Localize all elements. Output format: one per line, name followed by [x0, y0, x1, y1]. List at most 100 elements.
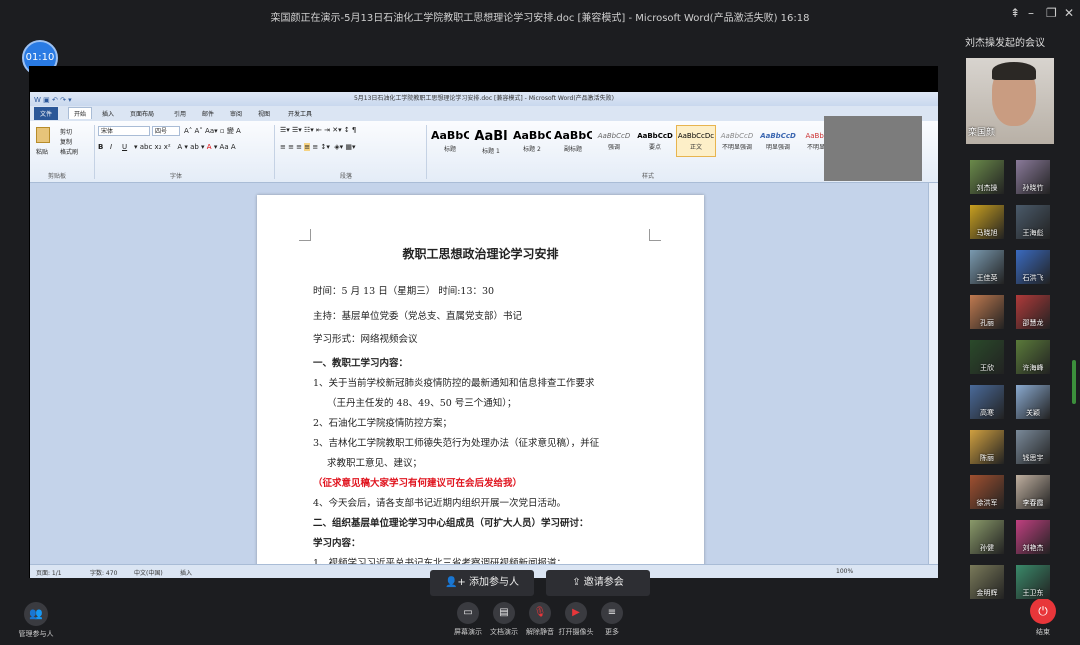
tab-references[interactable]: 引用 [174, 109, 186, 118]
bold-icon[interactable]: B [98, 143, 103, 151]
participant-name: 陈丽 [980, 454, 994, 462]
participant-name: 徐洪军 [976, 499, 998, 507]
format-painter-button[interactable]: 格式刷 [60, 147, 78, 156]
cut-button[interactable]: 剪切 [60, 127, 72, 136]
more-button[interactable]: ≡ 更多 [592, 602, 632, 637]
maximize-icon[interactable]: ❐ [1046, 6, 1057, 20]
participant-tile[interactable]: 邵慧龙 [1016, 295, 1050, 329]
page-corner-mark [649, 229, 661, 241]
style-strong[interactable]: AaBbCcD 要点 [635, 125, 675, 157]
tab-home[interactable]: 开始 [68, 107, 93, 119]
invite-button[interactable]: ⇪ 邀请参会 [546, 570, 650, 596]
document-workspace: 教职工思想政治理论学习安排 时间：5 月 13 日（星期三） 时间:13：30 … [30, 183, 928, 570]
status-zoom[interactable]: 100% [836, 568, 853, 575]
status-page[interactable]: 页面: 1/1 [36, 568, 62, 577]
doc-line-highlight: （征求意见稿大家学习有何建议可在会后发给我） [313, 478, 523, 489]
meeting-title: 刘杰操发起的会议 [965, 38, 1045, 49]
participant-tile[interactable]: 王欣 [970, 340, 1004, 374]
host-name: 栾国颜 [968, 128, 996, 138]
participant-name: 邵慧龙 [1022, 319, 1044, 327]
font-size-icons[interactable]: A˄ A˅ Aa▾ ▫ 變 A [184, 126, 241, 136]
participant-tile[interactable]: 王佳英 [970, 250, 1004, 284]
participant-tile[interactable]: 陈丽 [970, 430, 1004, 464]
italic-icon[interactable]: I [110, 143, 112, 151]
volume-indicator [1072, 360, 1076, 404]
manage-participants-button[interactable]: 👥 管理参与人 [14, 602, 58, 639]
participant-name: 石洪飞 [1022, 274, 1044, 282]
tab-mailings[interactable]: 邮件 [202, 109, 214, 118]
style-subtle-emphasis[interactable]: AaBbCcD 不明显强调 [717, 125, 757, 157]
style-emphasis[interactable]: AaBbCcD 强调 [594, 125, 634, 157]
align-icons[interactable]: ≡ ≡ ≡ ≡ ≡ ↕▾ ◈▾ ▦▾ [280, 143, 356, 151]
style-subtitle[interactable]: AaBbC 副标题 [553, 125, 593, 157]
pin-icon[interactable]: ⇞ [1010, 6, 1020, 20]
divider [94, 125, 95, 179]
word-title-bar: W ▣ ↶ ↷ ▾ 5月13日石油化工学院教职工思想理论学习安排.doc [兼容… [30, 92, 938, 106]
list-icons[interactable]: ☰▾ ☰▾ ☷▾ ⇤ ⇥ ✕▾ ↕ ¶ [280, 126, 356, 134]
participant-tile[interactable]: 石洪飞 [1016, 250, 1050, 284]
paste-icon[interactable] [36, 127, 50, 143]
tab-layout[interactable]: 页面布局 [130, 109, 154, 118]
document-page[interactable]: 教职工思想政治理论学习安排 时间：5 月 13 日（星期三） 时间:13：30 … [257, 195, 704, 570]
doc-line: （王丹主任发的 48、49、50 号三个通知）； [327, 398, 517, 409]
copy-button[interactable]: 复制 [60, 137, 72, 146]
vertical-scrollbar[interactable] [928, 183, 938, 564]
tab-insert[interactable]: 插入 [102, 109, 114, 118]
close-icon[interactable]: ✕ [1064, 6, 1074, 20]
tab-review[interactable]: 审阅 [230, 109, 242, 118]
tab-developer[interactable]: 开发工具 [288, 109, 312, 118]
participant-tile[interactable]: 孙健 [970, 520, 1004, 554]
participant-tile[interactable]: 徐洪军 [970, 475, 1004, 509]
status-language[interactable]: 中文(中国) [134, 568, 163, 577]
host-video[interactable]: 栾国颜 [966, 58, 1054, 144]
status-mode[interactable]: 插入 [180, 568, 192, 577]
style-normal[interactable]: AaBbCcDc 正文 [676, 125, 716, 157]
participant-tile[interactable]: 孔丽 [970, 295, 1004, 329]
participant-name: 李春霞 [1022, 499, 1044, 507]
doc-share-button[interactable]: ▤ 文档演示 [484, 602, 524, 637]
camera-button[interactable]: ▶ 打开摄像头 [556, 602, 596, 637]
participant-tile[interactable]: 李春霞 [1016, 475, 1050, 509]
tab-file[interactable]: 文件 [34, 107, 59, 120]
participant-tile[interactable]: 刘艳杰 [1016, 520, 1050, 554]
participant-tile[interactable]: 高寒 [970, 385, 1004, 419]
unmute-button[interactable]: 🎙 解除静音 [520, 602, 560, 637]
doc-line-host: 主持：基层单位党委（党总支、直属党支部）书记 [313, 311, 523, 322]
underline-icon[interactable]: U [122, 143, 127, 151]
style-title[interactable]: AaBbC 标题 [430, 125, 470, 157]
folder-icon: ▤ [493, 602, 515, 624]
participant-tile[interactable]: 金明辉 [970, 565, 1004, 599]
styles-group-label: 样式 [642, 173, 655, 180]
font-size-select[interactable]: 四号 [152, 126, 180, 136]
participant-name: 钱思宇 [1022, 454, 1044, 462]
participant-tile[interactable]: 马晓旭 [970, 205, 1004, 239]
add-participant-button[interactable]: 👤+ 添加参与人 [430, 570, 534, 596]
paste-button[interactable]: 粘贴 [36, 147, 48, 156]
participant-tile[interactable]: 王海彪 [1016, 205, 1050, 239]
screen-share-button[interactable]: ▭ 屏幕演示 [448, 602, 488, 637]
host-hair [992, 62, 1036, 80]
participant-tile[interactable]: 孙晓竹 [1016, 160, 1050, 194]
status-words[interactable]: 字数: 470 [90, 568, 117, 577]
doc-line: 3、吉林化工学院教职工师德失范行为处理办法（征求意见稿），并征 [313, 438, 600, 449]
participant-tile[interactable]: 刘杰操 [970, 160, 1004, 194]
font-name-select[interactable]: 宋体 [98, 126, 150, 136]
style-heading-2[interactable]: AaBbC 标题 2 [512, 125, 552, 157]
minimize-icon[interactable]: – [1028, 6, 1034, 20]
quick-access-icon[interactable]: W ▣ ↶ ↷ ▾ [34, 93, 72, 107]
end-meeting-button[interactable]: ⏻ 结束 [1028, 598, 1058, 637]
style-intense-emphasis[interactable]: AaBbCcD 明显强调 [758, 125, 798, 157]
style-heading-1[interactable]: AaBl 标题 1 [471, 125, 511, 157]
doc-section-heading: 一、教职工学习内容： [313, 358, 409, 369]
participant-tile[interactable]: 关颖 [1016, 385, 1050, 419]
participant-tile[interactable]: 钱思宇 [1016, 430, 1050, 464]
participant-name: 孙晓竹 [1022, 184, 1044, 192]
tab-view[interactable]: 视图 [258, 109, 270, 118]
format-icons[interactable]: ▾ abc x₂ x² A ▾ ab ▾ A ▾ Aa A [134, 143, 236, 151]
window-title-bar: 栾国颜正在演示-5月13日石油化工学院教职工思想理论学习安排.doc [兼容模式… [0, 0, 1080, 30]
participant-tile[interactable]: 王卫东 [1016, 565, 1050, 599]
participant-name: 金明辉 [976, 589, 998, 597]
doc-section-heading: 二、组织基层单位理论学习中心组成员（可扩大人员）学习研讨： [313, 518, 589, 529]
doc-line-format: 学习形式：网络视频会议 [313, 334, 418, 345]
participant-tile[interactable]: 许海峰 [1016, 340, 1050, 374]
